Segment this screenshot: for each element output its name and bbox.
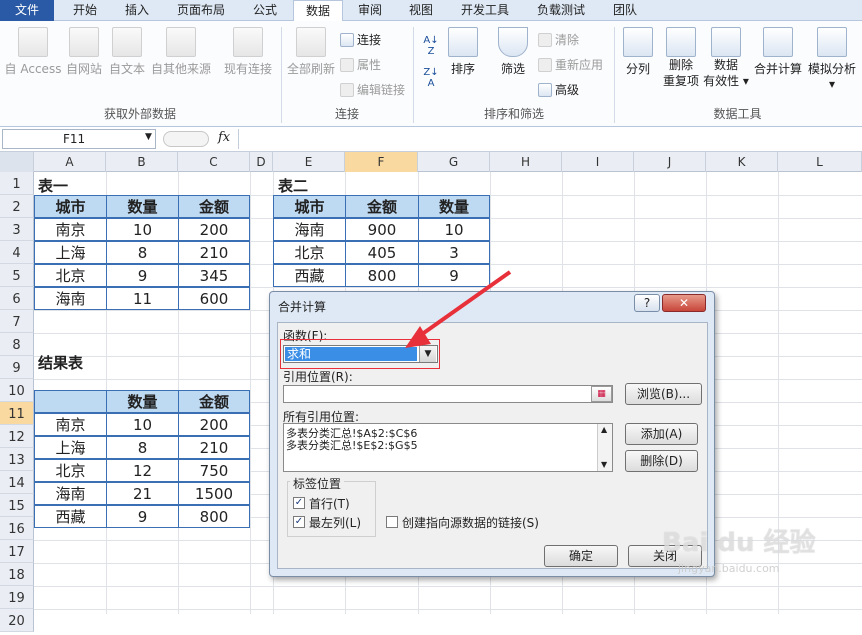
watermark-url: jingyan.baidu.com: [678, 562, 780, 575]
watermark-logo: Bai du 经验: [662, 528, 816, 558]
